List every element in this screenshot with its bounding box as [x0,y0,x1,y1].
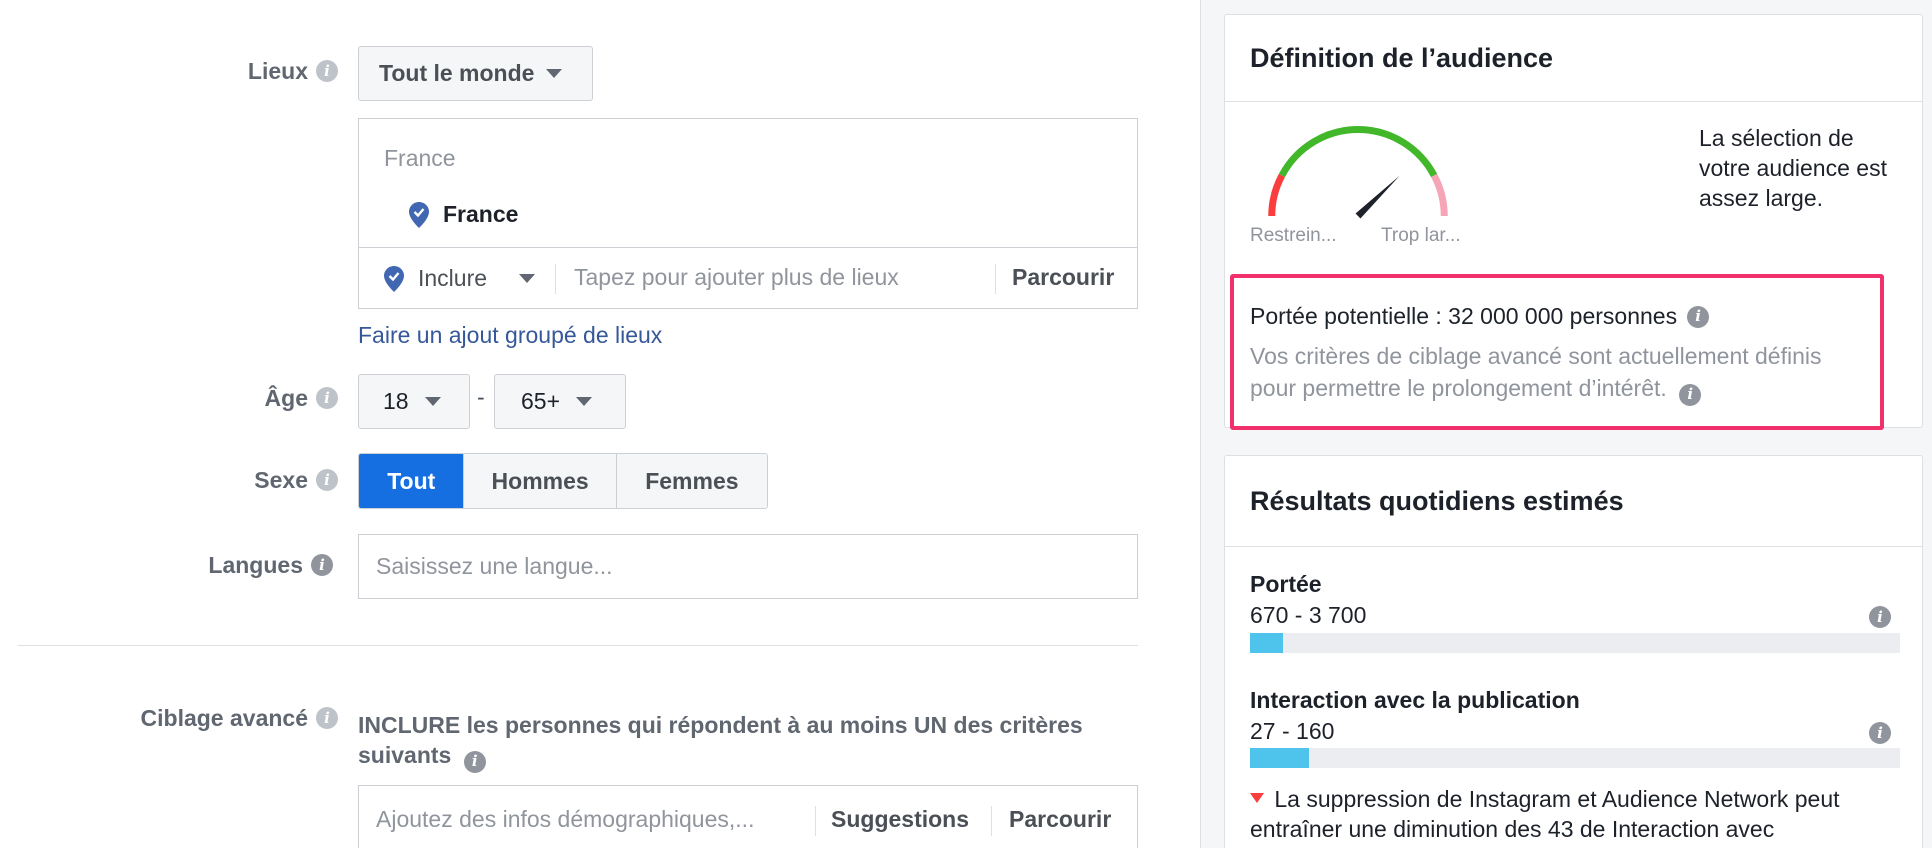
locations-label-row: Lieux i [180,56,338,86]
age-label: Âge [264,384,308,411]
languages-input[interactable]: Saisissez une langue... [376,553,613,580]
detailed-include-text-block: INCLURE les personnes qui répondent à au… [358,710,1148,773]
bulk-locations-link[interactable]: Faire un ajout groupé de lieux [358,322,662,349]
estimated-results-card: Résultats quotidiens estimés Portée 670 … [1224,455,1923,848]
info-icon[interactable]: i [311,554,333,576]
gauge-needle [1355,175,1400,219]
age-min-value: 18 [383,388,409,414]
sidebar-border [1200,0,1201,848]
age-min-dropdown[interactable]: 18 [358,374,470,429]
info-icon[interactable]: i [316,387,338,409]
detailed-targeting-label-row: Ciblage avancé i [90,703,338,733]
warning-triangle-icon [1250,793,1264,803]
age-max-dropdown[interactable]: 65+ [494,374,626,429]
page: Lieux i Tout le monde France France Incl… [0,0,1932,848]
include-dropdown[interactable]: Inclure [384,248,536,309]
interaction-label: Interaction avec la publication [1250,687,1580,713]
detailed-targeting-label: Ciblage avancé [140,704,308,731]
gauge-green-segment [1278,126,1438,178]
detailed-browse-button[interactable]: Parcourir [1009,806,1111,833]
card-divider [1225,101,1922,102]
interaction-bar-fill [1250,748,1309,768]
info-icon[interactable]: i [316,60,338,82]
audience-gauge [1268,126,1448,219]
gender-option-all[interactable]: Tout [359,454,465,508]
gender-label-row: Sexe i [180,465,338,495]
gender-option-women[interactable]: Femmes [616,454,767,508]
age-label-row: Âge i [180,383,338,413]
interaction-bar [1250,748,1900,768]
info-icon[interactable]: i [316,469,338,491]
reach-value: 670 - 3 700 [1250,602,1367,628]
card-divider [1225,546,1922,547]
locations-scope-value: Tout le monde [379,60,535,86]
info-icon[interactable]: i [463,750,486,773]
interaction-value: 27 - 160 [1250,718,1335,744]
age-separator: - [477,384,485,410]
divider [995,264,996,294]
location-pin-icon [409,201,429,228]
locations-scope-dropdown[interactable]: Tout le monde [358,46,593,101]
divider [555,264,556,294]
reach-label: Portée [1250,571,1322,597]
locations-browse-button[interactable]: Parcourir [1012,264,1114,291]
gender-label: Sexe [254,466,308,493]
locations-box: France France Inclure Tapez pour ajouter… [358,118,1138,309]
chevron-down-icon [519,274,536,283]
gauge-red-segment [1268,173,1286,217]
languages-label-row: Langues i [150,550,333,580]
chevron-down-icon [546,69,563,78]
audience-description: La sélection de votre audience est assez… [1699,125,1887,211]
info-icon[interactable]: i [316,707,338,729]
reach-bar [1250,633,1900,653]
gauge-right-label: Trop lar... [1381,225,1461,246]
reach-highlight-box [1230,274,1884,430]
warning-block: La suppression de Instagram et Audience … [1250,784,1910,844]
locations-search-value[interactable]: France [384,145,456,172]
audience-title: Définition de l’audience [1250,43,1554,73]
locations-input[interactable]: Tapez pour ajouter plus de lieux [574,264,899,291]
reach-bar-fill [1250,633,1283,653]
chevron-down-icon [576,397,593,406]
gauge-left-label: Restrein... [1250,225,1337,246]
location-pin-icon [384,265,404,292]
divider [991,806,992,836]
gender-option-men[interactable]: Hommes [464,454,617,508]
selected-location-label: France [443,201,519,227]
info-icon[interactable]: i [1869,606,1891,628]
include-label: Inclure [418,265,488,291]
suggestions-button[interactable]: Suggestions [831,806,969,833]
languages-input-box[interactable]: Saisissez une langue... [358,534,1138,599]
detailed-targeting-input[interactable]: Ajoutez des infos démographiques,... [376,806,754,833]
section-divider [18,645,1138,646]
estimated-title: Résultats quotidiens estimés [1250,486,1624,516]
warning-text: La suppression de Instagram et Audience … [1250,786,1840,842]
gauge-pink-segment [1430,173,1448,217]
gender-segmented-control: Tout Hommes Femmes [358,453,768,509]
info-icon[interactable]: i [1869,722,1891,744]
detailed-targeting-input-box: Ajoutez des infos démographiques,... Sug… [358,785,1138,848]
age-max-value: 65+ [521,388,561,414]
selected-location: France [409,201,518,228]
chevron-down-icon [424,397,441,406]
languages-label: Langues [208,551,303,578]
locations-input-row: Inclure Tapez pour ajouter plus de lieux… [359,247,1137,309]
divider [815,806,816,836]
locations-label: Lieux [247,57,308,84]
